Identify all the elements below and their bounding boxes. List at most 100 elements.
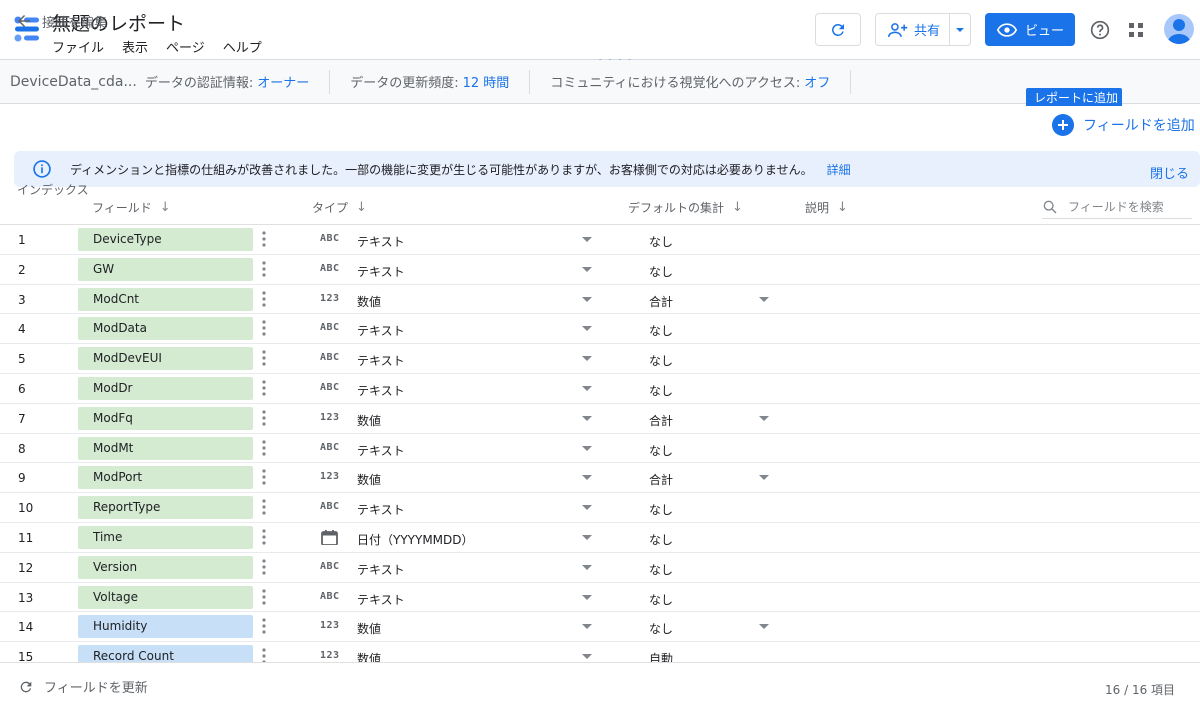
type-select[interactable]: テキスト bbox=[357, 263, 405, 280]
chevron-down-icon[interactable] bbox=[582, 415, 592, 421]
aggregation-select[interactable]: なし bbox=[649, 620, 673, 637]
more-vert-icon[interactable] bbox=[262, 261, 266, 277]
refresh-fields-button[interactable]: フィールドを更新 bbox=[18, 677, 148, 696]
type-select[interactable]: テキスト bbox=[357, 352, 405, 369]
chevron-down-icon[interactable] bbox=[759, 624, 769, 630]
type-select[interactable]: 数値 bbox=[357, 650, 381, 662]
row-index: 4 bbox=[18, 322, 26, 337]
more-vert-icon[interactable] bbox=[262, 469, 266, 485]
header-field[interactable]: フィールド ↓ bbox=[92, 199, 171, 216]
back-arrow-icon[interactable] bbox=[15, 12, 33, 30]
field-chip[interactable]: Version bbox=[78, 555, 253, 579]
chevron-down-icon[interactable] bbox=[759, 475, 769, 481]
type-select[interactable]: テキスト bbox=[357, 501, 405, 518]
community-link[interactable]: オフ bbox=[804, 72, 830, 91]
menu-file[interactable]: ファイル bbox=[52, 37, 104, 56]
share-dropdown[interactable] bbox=[950, 27, 970, 32]
field-chip[interactable]: DeviceType bbox=[78, 228, 253, 251]
menu-view[interactable]: 表示 bbox=[122, 37, 148, 56]
field-chip[interactable]: ModDr bbox=[78, 376, 253, 400]
aggregation-select[interactable]: 合計 bbox=[649, 293, 673, 310]
freshness-link[interactable]: 12 時間 bbox=[463, 72, 510, 91]
more-vert-icon[interactable] bbox=[262, 350, 266, 366]
field-chip[interactable]: Record Count bbox=[78, 645, 253, 662]
more-vert-icon[interactable] bbox=[262, 320, 266, 336]
chevron-down-icon[interactable] bbox=[582, 296, 592, 302]
more-vert-icon[interactable] bbox=[262, 559, 266, 575]
credentials-link[interactable]: オーナー bbox=[257, 72, 309, 91]
type-select[interactable]: 数値 bbox=[357, 471, 381, 488]
chevron-down-icon[interactable] bbox=[582, 594, 592, 600]
field-chip[interactable]: ModData bbox=[78, 317, 253, 341]
add-field-button[interactable]: フィールドを追加 bbox=[1052, 114, 1195, 136]
datasource-bar: DeviceData_cda... データの認証情報: オーナー データの更新頻… bbox=[0, 60, 1200, 104]
chevron-down-icon[interactable] bbox=[582, 266, 592, 272]
more-vert-icon[interactable] bbox=[262, 231, 266, 247]
field-chip[interactable]: Voltage bbox=[78, 585, 253, 609]
field-chip[interactable]: ModDevEUI bbox=[78, 347, 253, 371]
type-select[interactable]: 数値 bbox=[357, 293, 381, 310]
more-vert-icon[interactable] bbox=[262, 380, 266, 396]
more-vert-icon[interactable] bbox=[262, 439, 266, 456]
type-select[interactable]: テキスト bbox=[357, 382, 405, 399]
row-index: 7 bbox=[18, 411, 26, 426]
banner-close-button[interactable]: 閉じる bbox=[1150, 163, 1189, 182]
chevron-down-icon[interactable] bbox=[582, 534, 592, 540]
field-search-input[interactable] bbox=[1068, 199, 1178, 214]
type-select[interactable]: テキスト bbox=[357, 591, 405, 608]
type-select[interactable]: テキスト bbox=[357, 561, 405, 578]
chevron-down-icon[interactable] bbox=[582, 624, 592, 630]
chevron-down-icon[interactable] bbox=[582, 326, 592, 332]
field-chip[interactable]: Humidity bbox=[78, 615, 253, 639]
more-vert-icon[interactable] bbox=[262, 529, 266, 545]
share-button[interactable]: 共有 bbox=[876, 14, 951, 45]
apps-grid-icon[interactable] bbox=[1128, 22, 1144, 38]
chevron-down-icon[interactable] bbox=[582, 237, 592, 242]
more-vert-icon[interactable] bbox=[262, 588, 266, 605]
menu-page[interactable]: ページ bbox=[166, 37, 205, 56]
more-vert-icon[interactable] bbox=[262, 618, 266, 634]
type-select[interactable]: テキスト bbox=[357, 233, 405, 250]
header-aggregation[interactable]: デフォルトの集計 ↓ bbox=[628, 199, 743, 216]
banner-detail-link[interactable]: 詳細 bbox=[827, 163, 851, 177]
field-chip[interactable]: ModMt bbox=[78, 436, 253, 460]
header-type[interactable]: タイプ ↓ bbox=[312, 199, 367, 216]
chevron-down-icon[interactable] bbox=[582, 475, 592, 481]
field-chip[interactable]: ReportType bbox=[78, 496, 253, 520]
aggregation-select[interactable]: 合計 bbox=[649, 412, 673, 429]
field-chip[interactable]: ModCnt bbox=[78, 287, 253, 311]
type-select[interactable]: 日付（YYYYMMDD） bbox=[357, 531, 474, 548]
refresh-data-button[interactable] bbox=[815, 13, 861, 46]
menu-help[interactable]: ヘルプ bbox=[223, 37, 262, 56]
chevron-down-icon[interactable] bbox=[582, 445, 592, 451]
add-to-report-button[interactable]: レポートに追加 bbox=[1026, 88, 1122, 106]
aggregation-select: なし bbox=[649, 562, 674, 577]
more-vert-icon[interactable] bbox=[262, 290, 266, 307]
more-vert-icon[interactable] bbox=[262, 499, 266, 515]
edit-connection-link[interactable]: 接続を編集 bbox=[42, 12, 107, 31]
row-index: 5 bbox=[18, 352, 26, 367]
chevron-down-icon[interactable] bbox=[759, 415, 769, 421]
chevron-down-icon[interactable] bbox=[582, 356, 592, 362]
more-vert-icon[interactable] bbox=[262, 648, 266, 662]
row-index: 10 bbox=[18, 501, 34, 516]
aggregation-select[interactable]: 合計 bbox=[649, 471, 673, 488]
chevron-down-icon[interactable] bbox=[582, 654, 592, 660]
field-chip[interactable]: Time bbox=[78, 525, 253, 549]
chevron-down-icon[interactable] bbox=[582, 505, 592, 511]
type-select[interactable]: 数値 bbox=[357, 412, 381, 429]
chevron-down-icon[interactable] bbox=[582, 564, 592, 570]
field-chip[interactable]: ModFq bbox=[78, 406, 253, 430]
more-vert-icon[interactable] bbox=[262, 410, 266, 426]
type-select[interactable]: 数値 bbox=[357, 620, 381, 637]
type-select[interactable]: テキスト bbox=[357, 442, 405, 459]
type-select[interactable]: テキスト bbox=[357, 322, 405, 339]
field-chip[interactable]: GW bbox=[78, 257, 253, 281]
help-icon[interactable] bbox=[1090, 20, 1110, 40]
field-chip[interactable]: ModPort bbox=[78, 466, 253, 490]
chevron-down-icon[interactable] bbox=[582, 385, 592, 391]
chevron-down-icon[interactable] bbox=[759, 296, 769, 302]
account-avatar[interactable] bbox=[1164, 14, 1194, 44]
header-description[interactable]: 説明 ↓ bbox=[805, 199, 848, 216]
view-button[interactable]: ビュー bbox=[985, 13, 1075, 46]
